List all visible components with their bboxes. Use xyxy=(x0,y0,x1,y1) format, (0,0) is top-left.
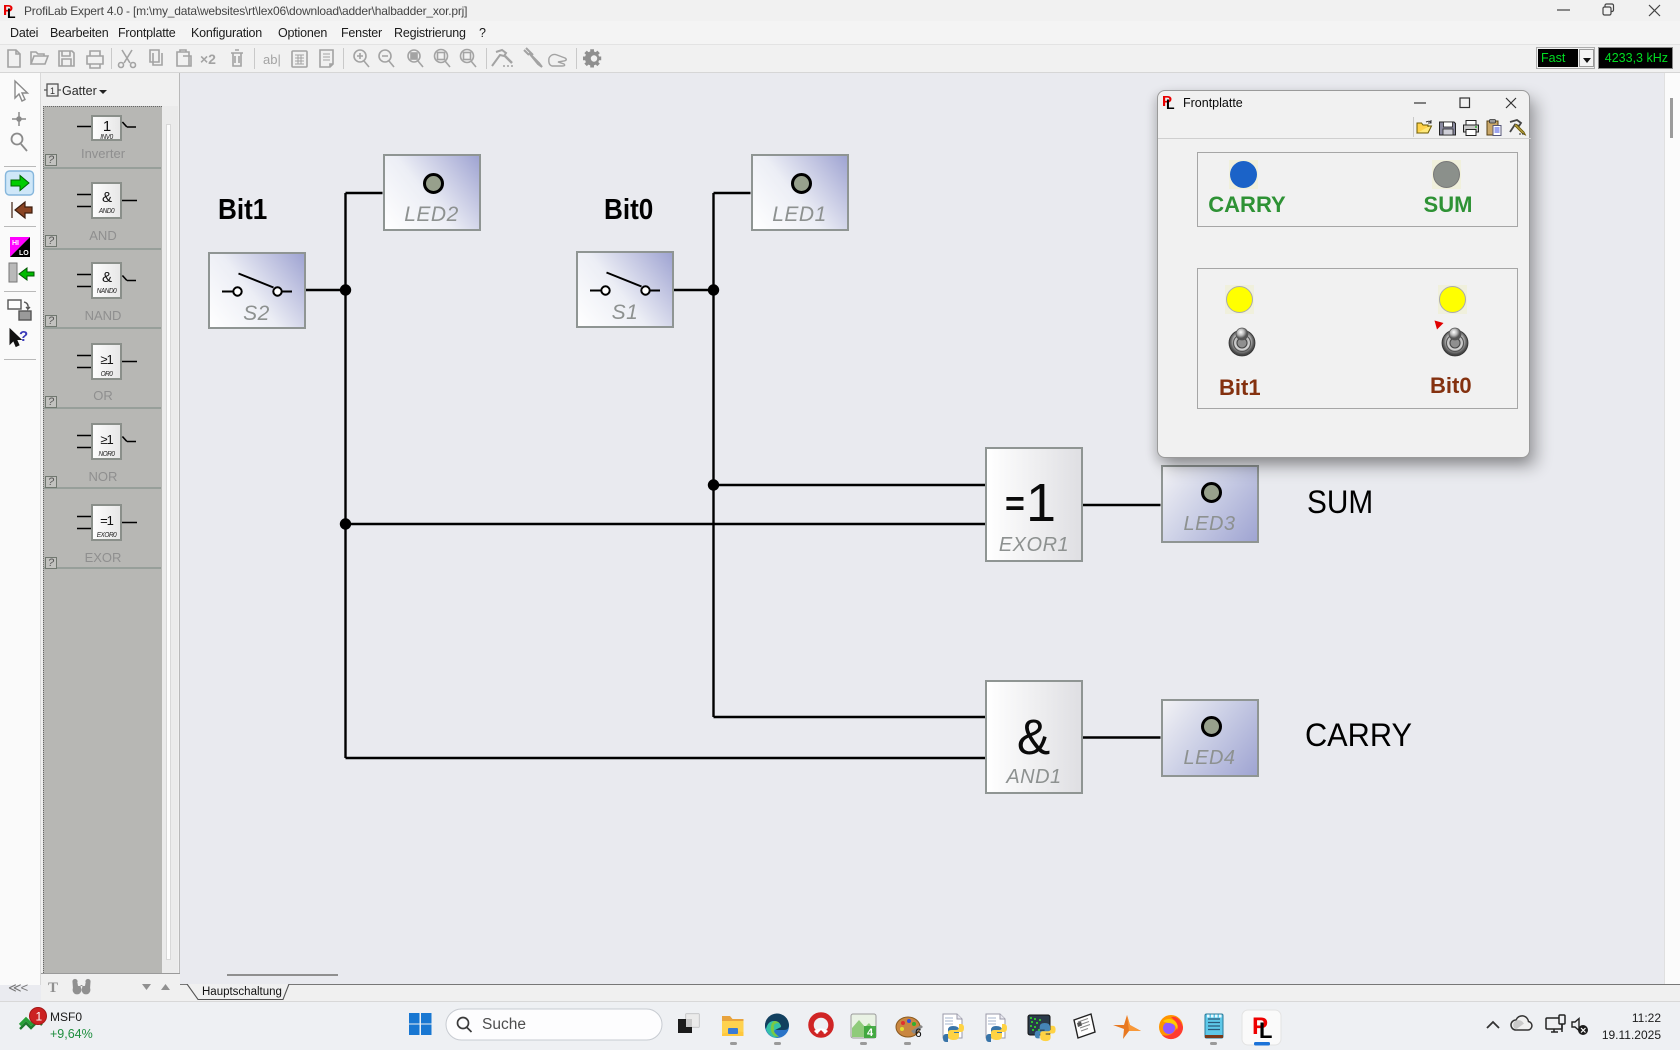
svg-text:L: L xyxy=(1259,1018,1272,1043)
svg-text:Suche: Suche xyxy=(482,1016,526,1033)
svg-text:1: 1 xyxy=(36,1010,43,1024)
svg-text:T: T xyxy=(48,980,58,996)
svg-text:×2: ×2 xyxy=(200,51,216,67)
svg-text:?: ? xyxy=(19,328,28,345)
svg-text:4: 4 xyxy=(867,1027,874,1039)
svg-text:HI: HI xyxy=(12,240,19,247)
svg-text:6: 6 xyxy=(915,1026,922,1040)
svg-text:LO: LO xyxy=(19,250,29,257)
svg-text:ab|: ab| xyxy=(263,52,281,67)
